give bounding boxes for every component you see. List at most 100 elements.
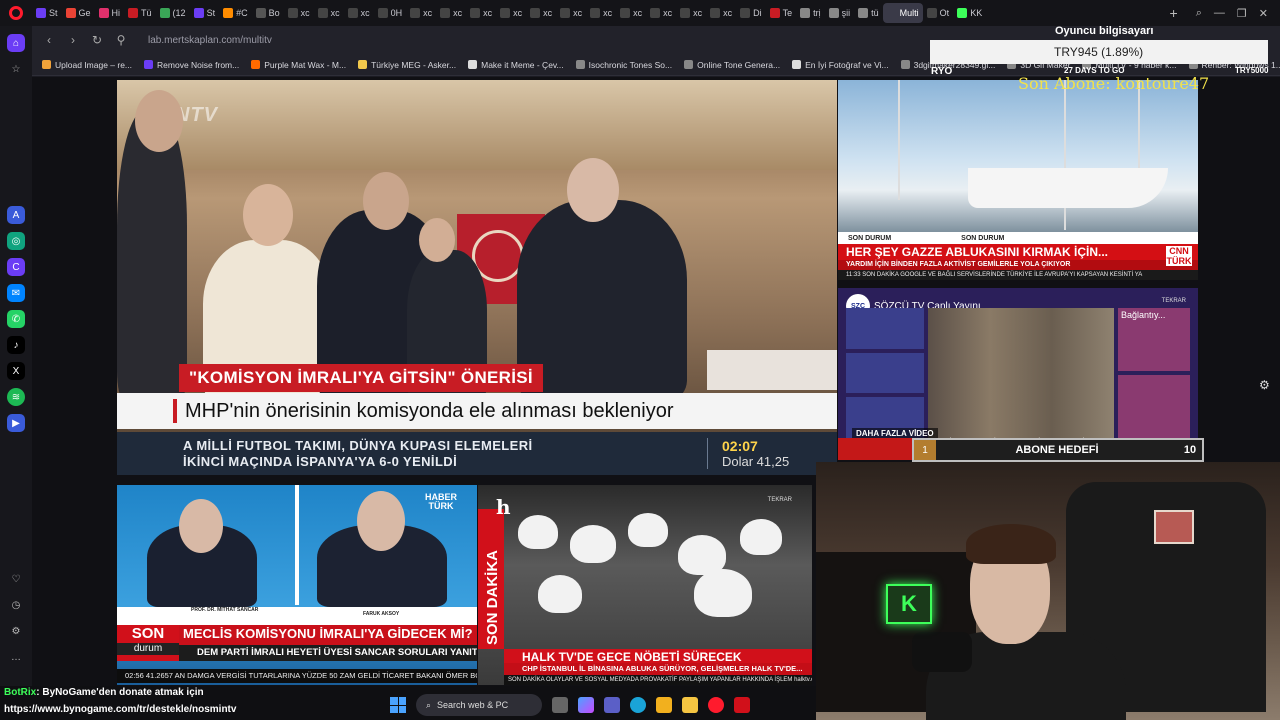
- browser-tab[interactable]: tü: [854, 3, 883, 23]
- extension-icon[interactable]: C: [7, 258, 25, 276]
- file-explorer-icon[interactable]: [682, 697, 698, 713]
- bookmark-label: Online Tone Genera...: [697, 59, 781, 70]
- copilot-icon[interactable]: [578, 697, 594, 713]
- browser-tab[interactable]: xc: [706, 3, 736, 23]
- maximize-button[interactable]: ❐: [1237, 7, 1247, 20]
- browser-tab[interactable]: St: [190, 3, 220, 23]
- bookmark-favicon-icon: [575, 60, 585, 69]
- browser-tab[interactable]: Multi: [882, 3, 923, 23]
- tab-favicon-icon: [858, 8, 869, 18]
- bookmark-item[interactable]: En İyi Fotoğraf ve Vi...: [792, 60, 889, 70]
- messenger-icon[interactable]: ✉: [7, 284, 25, 302]
- bookmark-item[interactable]: Remove Noise from...: [144, 60, 239, 70]
- halktv-video-player[interactable]: h TEKRAR SON DAKİKA HALK TV'DE GECE NÖBE…: [478, 485, 812, 685]
- browser-tab[interactable]: 0H: [374, 3, 407, 23]
- x-icon[interactable]: X: [7, 362, 25, 380]
- browser-tab[interactable]: xc: [436, 3, 466, 23]
- ntv-video-player[interactable]: NTV "KOMİSYON İMRALI'YA GİTSİN" ÖNERİSİ …: [117, 80, 837, 475]
- spotify-icon[interactable]: ≋: [7, 388, 25, 406]
- browser-tab[interactable]: (12: [156, 3, 190, 23]
- app-icon[interactable]: [734, 697, 750, 713]
- tab-favicon-icon: [65, 8, 76, 18]
- close-window-button[interactable]: ✕: [1259, 7, 1268, 20]
- minimize-button[interactable]: —: [1214, 7, 1225, 20]
- browser-tab[interactable]: Bo: [252, 3, 284, 23]
- player-icon[interactable]: ▶: [7, 414, 25, 432]
- browser-tab[interactable]: #C: [219, 3, 252, 23]
- browser-tab[interactable]: Tü: [124, 3, 156, 23]
- browser-tab[interactable]: xc: [496, 3, 526, 23]
- task-view-icon[interactable]: [552, 697, 568, 713]
- browser-tab[interactable]: Di: [736, 3, 766, 23]
- edge-icon[interactable]: [630, 697, 646, 713]
- tab-label: xc: [423, 8, 433, 18]
- bookmark-favicon-icon: [358, 60, 368, 69]
- back-button[interactable]: ‹: [42, 33, 56, 47]
- browser-tab[interactable]: xc: [466, 3, 496, 23]
- tab-favicon-icon: [650, 8, 661, 18]
- browser-tab[interactable]: Hi: [95, 3, 125, 23]
- tab-favicon-icon: [800, 8, 811, 18]
- bookmark-item[interactable]: Purple Mat Wax - M...: [251, 60, 346, 70]
- settings-gear-icon[interactable]: ⚙: [1259, 378, 1270, 392]
- aria-icon[interactable]: A: [7, 206, 25, 224]
- browser-tab[interactable]: xc: [646, 3, 676, 23]
- site-info-icon[interactable]: ⚲: [114, 33, 128, 47]
- bookmark-item[interactable]: Make it Meme - Çev...: [468, 60, 564, 70]
- history-icon[interactable]: ◷: [7, 596, 25, 614]
- tab-favicon-icon: [886, 8, 897, 18]
- teams-icon[interactable]: [604, 697, 620, 713]
- cnnturk-video-player[interactable]: SON DURUM SON DURUM HER ŞEY GAZZE ABLUKAS…: [838, 80, 1198, 280]
- browser-tab[interactable]: trị: [796, 3, 825, 23]
- ntv-ticker: A MİLLİ FUTBOL TAKIMI, DÜNYA KUPASI ELEM…: [117, 432, 837, 475]
- browser-tab[interactable]: KK: [953, 3, 986, 23]
- browser-tab[interactable]: xc: [556, 3, 586, 23]
- tab-favicon-icon: [957, 8, 968, 18]
- tab-label: xc: [300, 8, 310, 18]
- url-input[interactable]: lab.mertskaplan.com/multitv: [148, 35, 272, 46]
- whatsapp-icon[interactable]: ✆: [7, 310, 25, 328]
- haberturk-video-player[interactable]: HABER TÜRK PROF. DR. MİTHAT SANCAR FARUK …: [117, 485, 477, 685]
- halk-ticker: SON DAKİKA OLAYLAR VE SOSYAL MEDYADA PRO…: [504, 675, 812, 685]
- browser-tab[interactable]: xc: [526, 3, 556, 23]
- reload-button[interactable]: ↻: [90, 33, 104, 47]
- browser-tab[interactable]: Ge: [62, 3, 95, 23]
- donate-link[interactable]: https://www.bynogame.com/tr/destekle/nos…: [4, 704, 236, 715]
- browser-tab[interactable]: xc: [406, 3, 436, 23]
- sozcu-replay-label[interactable]: TEKRAR: [1162, 298, 1186, 304]
- settings-gear-icon[interactable]: ⚙: [7, 622, 25, 640]
- home-icon[interactable]: ⌂: [7, 34, 25, 52]
- opera-taskbar-icon[interactable]: [708, 697, 724, 713]
- tab-label: Multi: [899, 8, 919, 18]
- forward-button[interactable]: ›: [66, 33, 80, 47]
- bookmark-item[interactable]: Online Tone Genera...: [684, 60, 780, 70]
- browser-tab[interactable]: xc: [616, 3, 646, 23]
- browser-tab[interactable]: şii: [825, 3, 855, 23]
- tab-favicon-icon: [926, 8, 937, 18]
- heart-icon[interactable]: ♡: [7, 570, 25, 588]
- browser-tab[interactable]: xc: [586, 3, 616, 23]
- new-tab-button[interactable]: +: [1164, 5, 1184, 21]
- search-icon[interactable]: ⌕: [1196, 7, 1202, 20]
- opera-logo-icon[interactable]: [0, 0, 32, 26]
- browser-tab[interactable]: Te: [766, 3, 797, 23]
- taskbar-search-input[interactable]: ⌕ Search web & PC: [416, 694, 542, 716]
- chatgpt-icon[interactable]: ◎: [7, 232, 25, 250]
- browser-tab[interactable]: xc: [284, 3, 314, 23]
- browser-tab[interactable]: xc: [676, 3, 706, 23]
- browser-tab[interactable]: St: [32, 3, 62, 23]
- bookmark-item[interactable]: Türkiye MEG - Asker...: [358, 60, 456, 70]
- sozcutv-video-player[interactable]: SZC SÖZCÜ TV Canlı Yayını TEKRAR Bağlant…: [838, 288, 1198, 460]
- bookmark-item[interactable]: Upload Image – re...: [42, 60, 132, 70]
- browser-tab[interactable]: xc: [314, 3, 344, 23]
- haberturk-logo: HABER TÜRK: [424, 492, 457, 511]
- windows-start-icon[interactable]: [390, 697, 406, 713]
- tab-favicon-icon: [530, 8, 541, 18]
- more-icon[interactable]: …: [7, 648, 25, 666]
- store-icon[interactable]: [656, 697, 672, 713]
- tiktok-icon[interactable]: ♪: [7, 336, 25, 354]
- browser-tab[interactable]: xc: [344, 3, 374, 23]
- browser-tab[interactable]: Ot: [923, 3, 954, 23]
- star-icon[interactable]: ☆: [7, 60, 25, 78]
- bookmark-item[interactable]: Isochronic Tones So...: [575, 60, 672, 70]
